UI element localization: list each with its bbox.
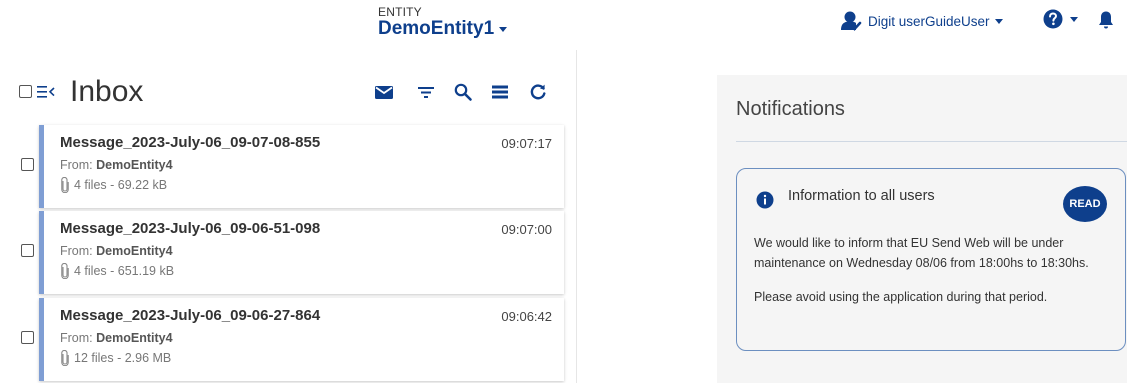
user-menu[interactable]: Digit userGuideUser [840, 10, 1003, 32]
from-label: From: [60, 158, 93, 172]
message-item[interactable]: Message_2023-July-06_09-06-51-098 09:07:… [39, 211, 564, 294]
files-summary: 12 files - 2.96 MB [74, 351, 172, 365]
paperclip-icon [61, 263, 69, 279]
from-label: From: [60, 244, 93, 258]
message-time: 09:07:00 [501, 222, 552, 237]
notification-card: Information to all users READ We would l… [736, 168, 1126, 351]
read-button[interactable]: READ [1063, 186, 1107, 222]
message-item[interactable]: Message_2023-July-06_09-07-08-855 09:07:… [39, 125, 564, 208]
question-circle-icon [1043, 9, 1063, 29]
select-all-checkbox[interactable] [19, 85, 32, 98]
notification-paragraph: Please avoid using the application durin… [754, 290, 1048, 304]
collapse-menu-icon[interactable] [37, 85, 55, 99]
top-header: ENTITY DemoEntity1 Digit userGuideUser [0, 0, 1127, 50]
from-label: From: [60, 331, 93, 345]
message-from: From: DemoEntity4 [60, 244, 173, 258]
chevron-down-icon [1070, 16, 1078, 22]
from-entity: DemoEntity4 [96, 331, 173, 345]
notification-title: Information to all users [788, 188, 935, 204]
notification-paragraph: We would like to inform that EU Send Web… [754, 236, 1089, 270]
files-summary: 4 files - 651.19 kB [74, 264, 175, 278]
info-icon [756, 191, 774, 209]
refresh-icon[interactable] [528, 82, 548, 102]
chevron-down-icon [994, 18, 1003, 24]
message-subject: Message_2023-July-06_09-06-27-864 [60, 307, 321, 324]
divider [736, 141, 1127, 142]
message-subject: Message_2023-July-06_09-06-51-098 [60, 220, 321, 237]
message-time: 09:07:17 [501, 136, 552, 151]
envelope-icon[interactable] [374, 82, 394, 102]
notification-body: We would like to inform that EU Send Web… [754, 233, 1109, 307]
list-icon[interactable] [490, 82, 510, 102]
message-subject: Message_2023-July-06_09-07-08-855 [60, 134, 321, 151]
message-checkbox[interactable] [21, 158, 34, 171]
user-name: Digit userGuideUser [868, 13, 990, 29]
message-from: From: DemoEntity4 [60, 158, 173, 172]
message-files: 4 files - 651.19 kB [60, 263, 174, 279]
message-checkbox[interactable] [21, 244, 34, 257]
inbox-panel: Inbox Message_2023-July-06_09-07-08-855 … [0, 50, 577, 383]
chevron-down-icon [499, 26, 508, 32]
paperclip-icon [61, 177, 69, 193]
entity-dropdown[interactable]: DemoEntity1 [378, 18, 508, 40]
paperclip-icon [61, 350, 69, 366]
message-checkbox[interactable] [21, 331, 34, 344]
bell-icon [1099, 11, 1113, 29]
notifications-panel: Notifications Information to all users R… [717, 75, 1127, 383]
entity-label: ENTITY [378, 5, 422, 19]
from-entity: DemoEntity4 [96, 244, 173, 258]
message-item[interactable]: Message_2023-July-06_09-06-27-864 09:06:… [39, 298, 564, 381]
notifications-title: Notifications [736, 98, 845, 120]
message-files: 12 files - 2.96 MB [60, 350, 171, 366]
entity-selector[interactable]: ENTITY DemoEntity1 [378, 5, 508, 40]
message-files: 4 files - 69.22 kB [60, 177, 167, 193]
entity-name: DemoEntity1 [378, 18, 495, 39]
filter-icon[interactable] [416, 82, 436, 102]
help-menu[interactable] [1043, 9, 1078, 29]
message-time: 09:06:42 [501, 309, 552, 324]
message-from: From: DemoEntity4 [60, 331, 173, 345]
search-icon[interactable] [453, 82, 473, 102]
files-summary: 4 files - 69.22 kB [74, 178, 168, 192]
user-check-icon [841, 11, 862, 31]
notifications-bell-button[interactable] [1098, 10, 1114, 35]
from-entity: DemoEntity4 [96, 158, 173, 172]
inbox-toolbar: Inbox [0, 74, 577, 114]
inbox-title: Inbox [70, 75, 144, 108]
